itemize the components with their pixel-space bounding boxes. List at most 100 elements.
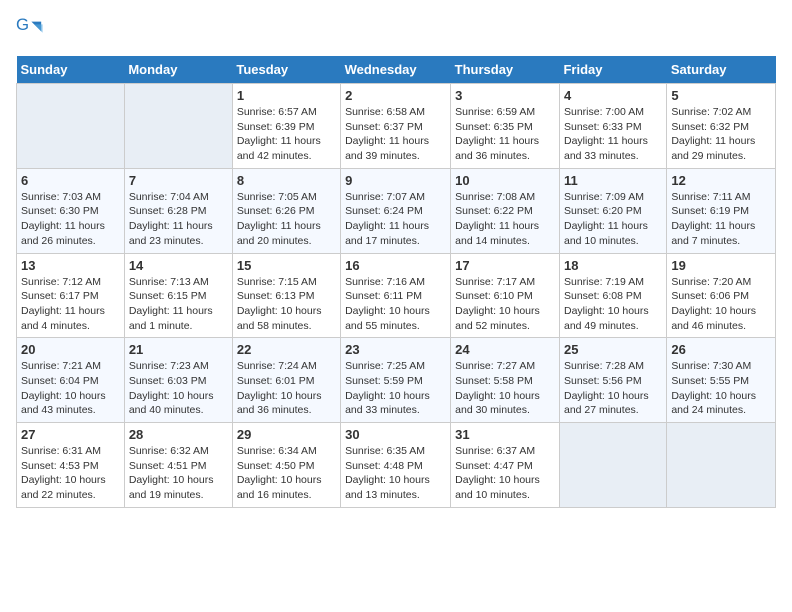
calendar-cell: 17Sunrise: 7:17 AM Sunset: 6:10 PM Dayli… (451, 253, 560, 338)
day-header-sunday: Sunday (17, 56, 125, 84)
calendar-body: 1 Sunrise: 6:57 AM Sunset: 6:39 PM Daylig… (17, 84, 776, 508)
day-info: Sunrise: 7:04 AM Sunset: 6:28 PM Dayligh… (129, 190, 228, 249)
day-number: 19 (671, 258, 771, 273)
calendar-cell: 9 Sunrise: 7:07 AM Sunset: 6:24 PM Daylig… (341, 168, 451, 253)
calendar-cell: 5 Sunrise: 7:02 AM Sunset: 6:32 PM Daylig… (667, 84, 776, 169)
day-number: 29 (237, 427, 336, 442)
calendar-cell: 18 Sunrise: 7:19 AM Sunset: 6:08 PM Dayli… (559, 253, 666, 338)
calendar-cell: 1 Sunrise: 6:57 AM Sunset: 6:39 PM Daylig… (232, 84, 340, 169)
calendar-week-2: 6 Sunrise: 7:03 AM Sunset: 6:30 PM Daylig… (17, 168, 776, 253)
calendar-cell: 30 Sunrise: 6:35 AM Sunset: 4:48 PM Dayli… (341, 423, 451, 508)
calendar-cell: 23Sunrise: 7:25 AM Sunset: 5:59 PM Dayli… (341, 338, 451, 423)
day-info: Sunrise: 7:08 AM Sunset: 6:22 PM Dayligh… (455, 190, 555, 249)
day-number: 18 (564, 258, 662, 273)
day-number: 28 (129, 427, 228, 442)
day-header-saturday: Saturday (667, 56, 776, 84)
day-info: Sunrise: 7:13 AM Sunset: 6:15 PM Dayligh… (129, 275, 228, 334)
day-number: 26 (671, 342, 771, 357)
calendar-cell: 28 Sunrise: 6:32 AM Sunset: 4:51 PM Dayli… (124, 423, 232, 508)
day-number: 6 (21, 173, 120, 188)
calendar-cell: 12 Sunrise: 7:11 AM Sunset: 6:19 PM Dayli… (667, 168, 776, 253)
calendar-cell (17, 84, 125, 169)
calendar-cell: 31 Sunrise: 6:37 AM Sunset: 4:47 PM Dayli… (451, 423, 560, 508)
day-number: 10 (455, 173, 555, 188)
day-number: 4 (564, 88, 662, 103)
day-info: Sunrise: 7:12 AM Sunset: 6:17 PM Dayligh… (21, 275, 120, 334)
calendar-cell: 24 Sunrise: 7:27 AM Sunset: 5:58 PM Dayli… (451, 338, 560, 423)
day-info: Sunrise: 7:17 AM Sunset: 6:10 PM Dayligh… (455, 275, 555, 334)
logo-icon: G (16, 16, 44, 44)
calendar-cell: 21 Sunrise: 7:23 AM Sunset: 6:03 PM Dayli… (124, 338, 232, 423)
day-number: 5 (671, 88, 771, 103)
calendar-cell (124, 84, 232, 169)
day-header-thursday: Thursday (451, 56, 560, 84)
calendar-cell: 25Sunrise: 7:28 AM Sunset: 5:56 PM Dayli… (559, 338, 666, 423)
day-number: 16 (345, 258, 446, 273)
day-info: Sunrise: 7:05 AM Sunset: 6:26 PM Dayligh… (237, 190, 336, 249)
calendar-cell: 6 Sunrise: 7:03 AM Sunset: 6:30 PM Daylig… (17, 168, 125, 253)
calendar-cell (559, 423, 666, 508)
calendar-cell: 22 Sunrise: 7:24 AM Sunset: 6:01 PM Dayli… (232, 338, 340, 423)
day-info: Sunrise: 7:23 AM Sunset: 6:03 PM Dayligh… (129, 359, 228, 418)
day-number: 27 (21, 427, 120, 442)
day-info: Sunrise: 7:02 AM Sunset: 6:32 PM Dayligh… (671, 105, 771, 164)
day-info: Sunrise: 7:07 AM Sunset: 6:24 PM Dayligh… (345, 190, 446, 249)
day-number: 30 (345, 427, 446, 442)
logo: G (16, 16, 48, 44)
day-info: Sunrise: 7:09 AM Sunset: 6:20 PM Dayligh… (564, 190, 662, 249)
calendar-cell: 15Sunrise: 7:15 AM Sunset: 6:13 PM Dayli… (232, 253, 340, 338)
day-info: Sunrise: 6:58 AM Sunset: 6:37 PM Dayligh… (345, 105, 446, 164)
day-info: Sunrise: 7:24 AM Sunset: 6:01 PM Dayligh… (237, 359, 336, 418)
day-number: 14 (129, 258, 228, 273)
day-number: 25 (564, 342, 662, 357)
day-info: Sunrise: 7:20 AM Sunset: 6:06 PM Dayligh… (671, 275, 771, 334)
calendar-cell: 29 Sunrise: 6:34 AM Sunset: 4:50 PM Dayli… (232, 423, 340, 508)
day-number: 21 (129, 342, 228, 357)
calendar-week-3: 13 Sunrise: 7:12 AM Sunset: 6:17 PM Dayli… (17, 253, 776, 338)
day-number: 15 (237, 258, 336, 273)
calendar-cell: 8Sunrise: 7:05 AM Sunset: 6:26 PM Daylig… (232, 168, 340, 253)
calendar-cell: 2 Sunrise: 6:58 AM Sunset: 6:37 PM Daylig… (341, 84, 451, 169)
day-info: Sunrise: 6:59 AM Sunset: 6:35 PM Dayligh… (455, 105, 555, 164)
day-info: Sunrise: 6:32 AM Sunset: 4:51 PM Dayligh… (129, 444, 228, 503)
day-number: 9 (345, 173, 446, 188)
day-header-tuesday: Tuesday (232, 56, 340, 84)
calendar-cell: 13 Sunrise: 7:12 AM Sunset: 6:17 PM Dayli… (17, 253, 125, 338)
calendar-cell: 3 Sunrise: 6:59 AM Sunset: 6:35 PM Daylig… (451, 84, 560, 169)
day-info: Sunrise: 6:34 AM Sunset: 4:50 PM Dayligh… (237, 444, 336, 503)
calendar-week-1: 1 Sunrise: 6:57 AM Sunset: 6:39 PM Daylig… (17, 84, 776, 169)
day-header-friday: Friday (559, 56, 666, 84)
calendar-cell: 26 Sunrise: 7:30 AM Sunset: 5:55 PM Dayli… (667, 338, 776, 423)
day-number: 13 (21, 258, 120, 273)
day-info: Sunrise: 7:03 AM Sunset: 6:30 PM Dayligh… (21, 190, 120, 249)
day-number: 31 (455, 427, 555, 442)
day-number: 11 (564, 173, 662, 188)
calendar-cell: 4 Sunrise: 7:00 AM Sunset: 6:33 PM Daylig… (559, 84, 666, 169)
calendar-cell: 20Sunrise: 7:21 AM Sunset: 6:04 PM Dayli… (17, 338, 125, 423)
day-info: Sunrise: 7:00 AM Sunset: 6:33 PM Dayligh… (564, 105, 662, 164)
day-number: 3 (455, 88, 555, 103)
calendar-week-5: 27 Sunrise: 6:31 AM Sunset: 4:53 PM Dayli… (17, 423, 776, 508)
day-info: Sunrise: 6:31 AM Sunset: 4:53 PM Dayligh… (21, 444, 120, 503)
day-number: 24 (455, 342, 555, 357)
day-number: 2 (345, 88, 446, 103)
day-info: Sunrise: 7:27 AM Sunset: 5:58 PM Dayligh… (455, 359, 555, 418)
calendar-cell: 19 Sunrise: 7:20 AM Sunset: 6:06 PM Dayli… (667, 253, 776, 338)
day-info: Sunrise: 7:30 AM Sunset: 5:55 PM Dayligh… (671, 359, 771, 418)
day-info: Sunrise: 6:57 AM Sunset: 6:39 PM Dayligh… (237, 105, 336, 164)
day-number: 12 (671, 173, 771, 188)
day-info: Sunrise: 7:21 AM Sunset: 6:04 PM Dayligh… (21, 359, 120, 418)
day-info: Sunrise: 6:35 AM Sunset: 4:48 PM Dayligh… (345, 444, 446, 503)
calendar-cell: 11 Sunrise: 7:09 AM Sunset: 6:20 PM Dayli… (559, 168, 666, 253)
day-info: Sunrise: 7:16 AM Sunset: 6:11 PM Dayligh… (345, 275, 446, 334)
calendar-cell: 7Sunrise: 7:04 AM Sunset: 6:28 PM Daylig… (124, 168, 232, 253)
day-number: 22 (237, 342, 336, 357)
day-number: 1 (237, 88, 336, 103)
day-header-monday: Monday (124, 56, 232, 84)
calendar-cell: 10 Sunrise: 7:08 AM Sunset: 6:22 PM Dayli… (451, 168, 560, 253)
day-number: 23 (345, 342, 446, 357)
calendar-cell (667, 423, 776, 508)
day-info: Sunrise: 7:19 AM Sunset: 6:08 PM Dayligh… (564, 275, 662, 334)
day-info: Sunrise: 7:11 AM Sunset: 6:19 PM Dayligh… (671, 190, 771, 249)
day-info: Sunrise: 6:37 AM Sunset: 4:47 PM Dayligh… (455, 444, 555, 503)
